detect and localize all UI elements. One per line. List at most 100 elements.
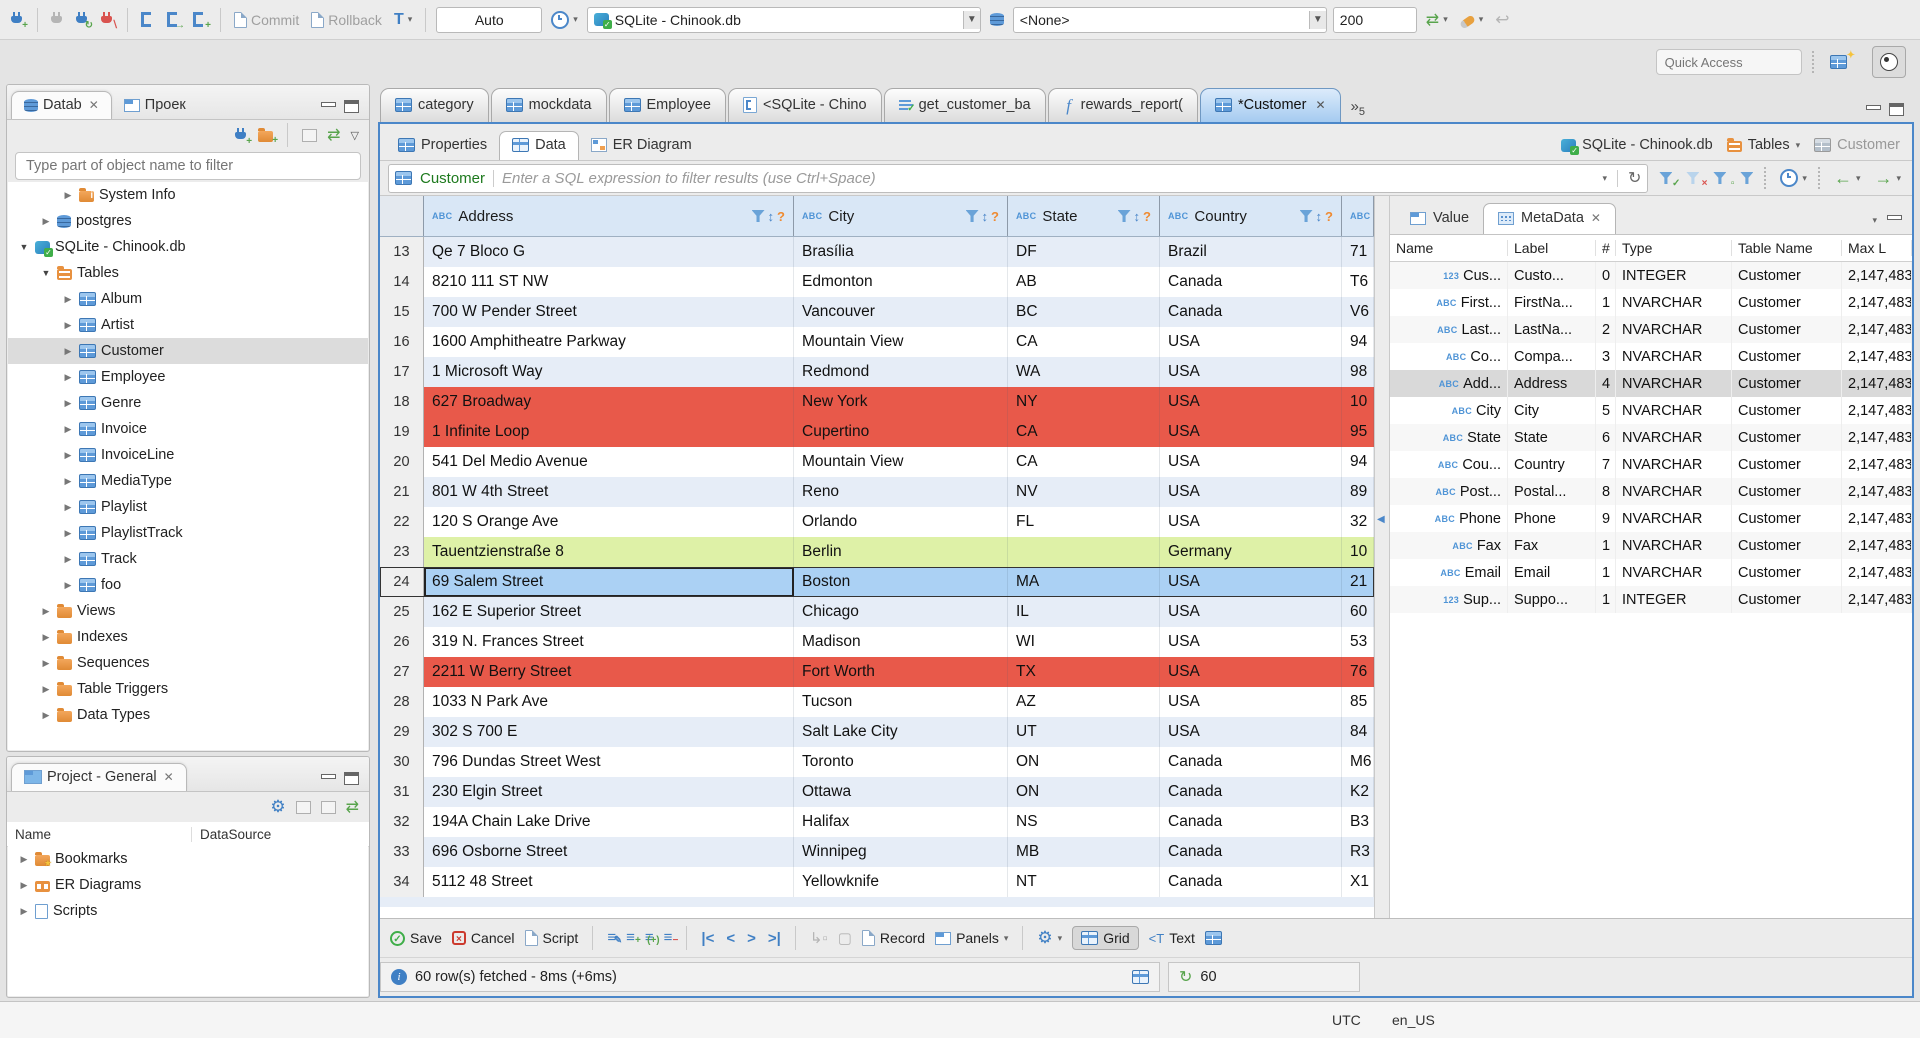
meta-column-header-maxl[interactable]: Max L xyxy=(1842,240,1912,256)
sort-icon[interactable]: ↕ xyxy=(982,209,989,224)
meta-column-header-[interactable]: # xyxy=(1596,240,1616,256)
chevron-right-icon[interactable]: ▶ xyxy=(62,190,74,201)
grid-cell[interactable]: New York xyxy=(794,387,1008,417)
grid-cell[interactable]: Berlin xyxy=(794,537,1008,567)
metadata-row[interactable]: ABC First... FirstNa... 1 NVARCHAR Customer 2,… xyxy=(1390,289,1912,316)
grid-cell[interactable]: DF xyxy=(1008,237,1160,267)
grid-cell[interactable]: 319 N. Frances Street xyxy=(424,627,794,657)
row-number[interactable]: 15 xyxy=(380,297,424,327)
editor-tab-mockdata[interactable]: mockdata xyxy=(490,88,607,122)
refresh-icon[interactable]: ↻ xyxy=(1628,168,1641,188)
filter-funnel-icon[interactable] xyxy=(1299,210,1313,222)
previous-row-button[interactable]: < xyxy=(726,930,735,947)
grid-cell[interactable]: 32 xyxy=(1342,507,1374,537)
grid-cell[interactable]: USA xyxy=(1160,687,1342,717)
close-icon[interactable]: ✕ xyxy=(1315,98,1325,112)
grid-cell[interactable]: Yellowknife xyxy=(794,867,1008,897)
chevron-down-icon[interactable]: ▼ xyxy=(18,242,30,252)
editor-tab-employee[interactable]: Employee xyxy=(608,88,726,122)
grid-cell[interactable]: Madison xyxy=(794,627,1008,657)
sidebar-item-views[interactable]: ▶ Views xyxy=(8,598,368,624)
metadata-row[interactable]: ABC City City 5 NVARCHAR Customer 2,147,483 xyxy=(1390,397,1912,424)
grid-cell[interactable]: WI xyxy=(1008,627,1160,657)
metadata-row[interactable]: ABC Phone Phone 9 NVARCHAR Customer 2,147,483 xyxy=(1390,505,1912,532)
grid-cell[interactable]: USA xyxy=(1160,657,1342,687)
quick-access-input[interactable] xyxy=(1655,49,1802,75)
sidebar-item-sqlite---chinook-db[interactable]: ▼ SQLite - Chinook.db xyxy=(8,234,368,260)
transaction-log-button[interactable]: ▾ xyxy=(548,9,581,31)
grid-cell[interactable]: 10 xyxy=(1342,387,1374,417)
value-view-button[interactable] xyxy=(1204,931,1222,945)
grid-cell[interactable]: USA xyxy=(1160,327,1342,357)
chevron-right-icon[interactable]: ▶ xyxy=(62,424,74,435)
grid-cell[interactable]: USA xyxy=(1160,357,1342,387)
grid-cell[interactable]: CA xyxy=(1008,417,1160,447)
maximize-button[interactable] xyxy=(344,100,359,113)
custom-filter-button[interactable] xyxy=(1737,170,1756,186)
row-number[interactable]: 34 xyxy=(380,867,424,897)
timezone-label[interactable]: UTC xyxy=(1332,1012,1361,1028)
chevron-right-icon[interactable]: ▶ xyxy=(40,632,52,643)
close-icon[interactable]: ✕ xyxy=(164,770,174,784)
filter-funnel-icon[interactable] xyxy=(1117,210,1131,222)
row-number[interactable]: 28 xyxy=(380,687,424,717)
grid-cell[interactable]: 1600 Amphitheatre Parkway xyxy=(424,327,794,357)
row-number[interactable]: 29 xyxy=(380,717,424,747)
grid-cell[interactable]: USA xyxy=(1160,627,1342,657)
sidebar-item-customer[interactable]: ▶ Customer xyxy=(8,338,368,364)
grid-cell[interactable]: USA xyxy=(1160,567,1342,597)
row-number[interactable]: 32 xyxy=(380,807,424,837)
column-header-datasource[interactable]: DataSource xyxy=(192,827,271,842)
delete-row-button[interactable]: ≡ − xyxy=(664,930,679,946)
grid-cell[interactable]: V6 xyxy=(1342,297,1374,327)
row-number[interactable]: 23 xyxy=(380,537,424,567)
sidebar-item-invoiceline[interactable]: ▶ InvoiceLine xyxy=(8,442,368,468)
link-editor-icon[interactable]: ⇄ xyxy=(346,797,359,817)
grid-cell[interactable]: Halifax xyxy=(794,807,1008,837)
grid-cell[interactable]: Brazil xyxy=(1160,237,1342,267)
metadata-row[interactable]: ABC Post... Postal... 8 NVARCHAR Customer 2,14… xyxy=(1390,478,1912,505)
first-row-button[interactable]: |< xyxy=(701,930,714,947)
filter-funnel-icon[interactable] xyxy=(965,210,979,222)
record-button[interactable]: Record xyxy=(861,930,925,946)
text-view-button[interactable]: <T Text xyxy=(1149,930,1195,946)
grid-cell[interactable]: UT xyxy=(1008,717,1160,747)
grid-cell[interactable]: Canada xyxy=(1160,807,1342,837)
grid-cell[interactable]: 76 xyxy=(1342,657,1374,687)
grid-cell[interactable]: 796 Dundas Street West xyxy=(424,747,794,777)
grid-cell[interactable]: USA xyxy=(1160,477,1342,507)
nav-forward-button[interactable]: → ▾ xyxy=(1871,166,1904,191)
grid-cell[interactable]: 8210 111 ST NW xyxy=(424,267,794,297)
sidebar-item-indexes[interactable]: ▶ Indexes xyxy=(8,624,368,650)
grid-cell[interactable]: 700 W Pender Street xyxy=(424,297,794,327)
chevron-down-icon[interactable]: ▾ xyxy=(1872,215,1877,226)
format-button[interactable]: ▾ xyxy=(1457,12,1487,30)
grid-cell[interactable]: Canada xyxy=(1160,867,1342,897)
commit-button[interactable]: Commit xyxy=(231,10,302,30)
chevron-right-icon[interactable]: ▶ xyxy=(62,372,74,383)
help-icon[interactable]: ? xyxy=(991,209,999,224)
grid-cell[interactable]: NT xyxy=(1008,867,1160,897)
grid-cell[interactable]: Edmonton xyxy=(794,267,1008,297)
dropdown-arrow-icon[interactable]: ▼ xyxy=(962,10,980,29)
grid-cell[interactable]: 1033 N Park Ave xyxy=(424,687,794,717)
grid-cell[interactable]: USA xyxy=(1160,447,1342,477)
grid-cell[interactable]: R3 xyxy=(1342,837,1374,867)
chevron-right-icon[interactable]: ▶ xyxy=(40,606,52,617)
panel-sash[interactable]: ◀ xyxy=(1374,196,1390,918)
sidebar-item-album[interactable]: ▶ Album xyxy=(8,286,368,312)
grid-cell[interactable]: Canada xyxy=(1160,777,1342,807)
grid-cell[interactable]: X1 xyxy=(1342,867,1374,897)
commit-mode-combo[interactable]: Auto xyxy=(436,6,543,33)
grid-cell[interactable]: WA xyxy=(1008,357,1160,387)
settings-button[interactable]: ⚙ ▾ xyxy=(1037,929,1062,946)
breadcrumb-item-customer[interactable]: Customer xyxy=(1814,137,1900,153)
project-item-er-diagrams[interactable]: ▶ ER Diagrams xyxy=(8,872,368,898)
metadata-row[interactable]: 123 Cus... Custo... 0 INTEGER Customer 2,147,4… xyxy=(1390,262,1912,289)
grid-cell[interactable]: Tauentzienstraße 8 xyxy=(424,537,794,567)
grid-cell[interactable]: Boston xyxy=(794,567,1008,597)
tab-database-navigator[interactable]: Datab ✕ xyxy=(11,91,112,119)
maximize-button[interactable] xyxy=(1889,103,1904,116)
grid-cell[interactable]: 627 Broadway xyxy=(424,387,794,417)
sidebar-item-mediatype[interactable]: ▶ MediaType xyxy=(8,468,368,494)
